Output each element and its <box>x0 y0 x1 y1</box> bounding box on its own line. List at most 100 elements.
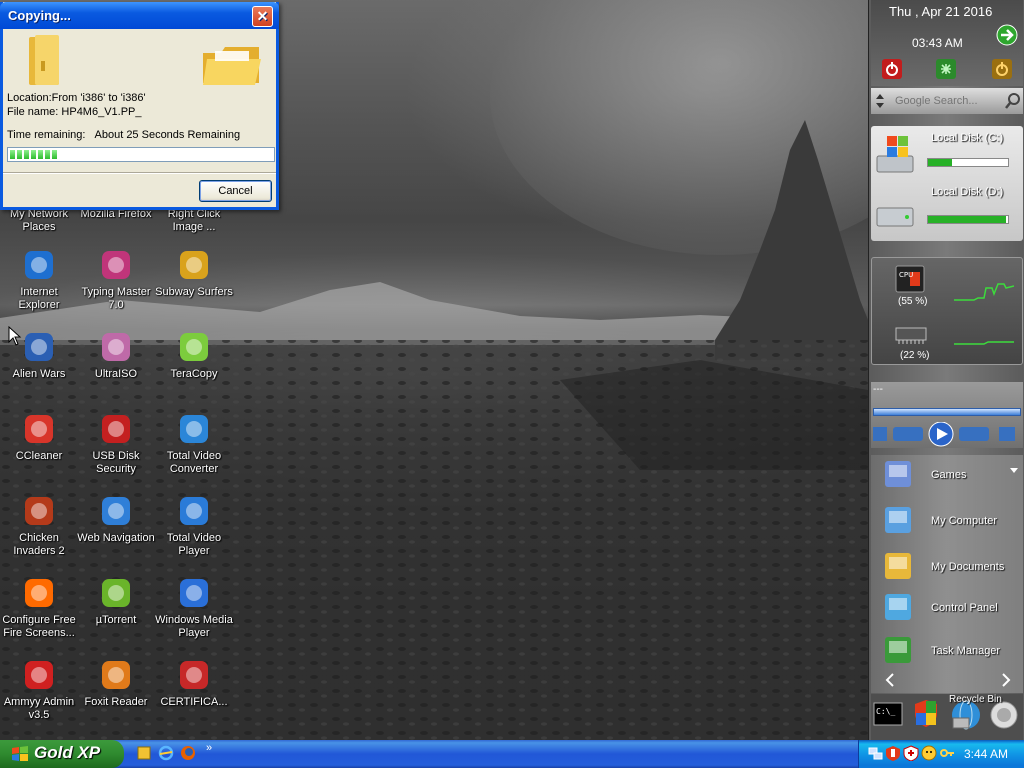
typing-master-icon <box>102 251 130 279</box>
time-remaining-value: About 25 Seconds Remaining <box>94 129 241 141</box>
sidebar: Thu , Apr 21 2016 03:43 AM Google Search… <box>868 0 1024 740</box>
cancel-button[interactable]: Cancel <box>199 180 272 202</box>
start-label: Gold XP <box>34 743 101 762</box>
quick-launch-more[interactable]: » <box>206 742 212 754</box>
desktop-icon[interactable]: CCleaner <box>0 412 78 463</box>
taskbar-clock[interactable]: 3:44 AM <box>964 747 1008 761</box>
launch-item[interactable]: Games <box>871 455 1023 495</box>
my-documents-icon <box>885 553 911 579</box>
desktop-icon[interactable]: µTorrent <box>77 576 155 627</box>
launch-item-label: My Documents <box>931 561 1005 573</box>
network-tray-icon[interactable] <box>867 745 883 761</box>
copy-file-name: File name: HP4M6_V1.PP_ <box>7 106 142 118</box>
desktop-icon-label: Subway Surfers <box>155 286 233 298</box>
ram-usage-label: (22 %) <box>900 350 930 361</box>
cpu-chip-label: CPU <box>899 271 913 279</box>
desktop-icon-label: Foxit Reader <box>84 696 148 708</box>
utorrent-icon <box>102 579 130 607</box>
desktop-icon[interactable]: Foxit Reader <box>77 658 155 709</box>
launch-item[interactable]: My Computer <box>871 501 1023 541</box>
alien-wars-icon <box>25 333 53 361</box>
launch-item-label: Task Manager <box>931 645 1001 657</box>
desktop-icon[interactable]: Ammyy Admin v3.5 <box>0 658 78 722</box>
desktop-icon[interactable]: Web Navigation <box>77 494 155 545</box>
ccleaner-icon <box>25 415 53 443</box>
media-controls <box>873 422 1015 447</box>
desktop-icon[interactable]: Internet Explorer <box>0 248 78 312</box>
start-button[interactable]: Gold XP <box>0 740 124 768</box>
scroll-right-icon[interactable] <box>1001 673 1011 687</box>
dialog-close-button[interactable]: ✕ <box>252 6 273 27</box>
stop-icon[interactable] <box>873 427 887 441</box>
desktop-icon[interactable]: Subway Surfers <box>155 248 233 299</box>
shutdown-icon[interactable] <box>881 58 903 80</box>
copy-location: Location:From 'i386' to 'i386' <box>7 92 146 104</box>
desktop-icon[interactable]: TeraCopy <box>155 330 233 381</box>
time-remaining: Time remaining: About 25 Seconds Remaini… <box>7 129 240 141</box>
recycle-bin-label[interactable]: Recycle Bin <box>949 694 1002 705</box>
desktop-icon-label: Configure Free Fire Screens... <box>2 614 76 639</box>
desktop-icon-label: µTorrent <box>95 614 137 626</box>
usb-security-tray-icon[interactable] <box>903 745 919 761</box>
command-prompt-icon[interactable]: C:\_ <box>873 702 903 726</box>
games-folder-icon <box>885 461 911 487</box>
next-icon[interactable] <box>959 427 989 441</box>
copy-progress-bar <box>7 147 275 162</box>
scroll-arrows-icon[interactable] <box>875 92 885 110</box>
desktop-icon-label: Ammyy Admin v3.5 <box>3 696 75 721</box>
previous-icon[interactable] <box>893 427 923 441</box>
desktop-icon[interactable]: UltraISO <box>77 330 155 381</box>
dialog-titlebar[interactable]: Copying... ✕ <box>0 2 279 29</box>
windows-logo-icon <box>12 746 28 761</box>
desktop-icon[interactable]: Chicken Invaders 2 <box>0 494 78 558</box>
task-manager-icon <box>885 637 911 663</box>
key-tray-icon[interactable] <box>939 745 955 761</box>
teracopy-icon <box>180 333 208 361</box>
media-seek-bar[interactable] <box>873 408 1021 416</box>
internet-explorer-quicklaunch-icon[interactable] <box>158 745 174 761</box>
launch-item[interactable]: Control Panel <box>871 588 1023 628</box>
desktop-icon[interactable]: Windows Media Player <box>155 576 233 640</box>
desktop-icon[interactable]: CERTIFICA... <box>155 658 233 709</box>
progress-fill <box>10 150 272 159</box>
search-icon[interactable] <box>1004 92 1022 110</box>
media-player-gadget: --- <box>871 382 1023 448</box>
desktop-icon-label: Web Navigation <box>77 532 155 544</box>
desktop-icon-label: CCleaner <box>15 450 63 462</box>
desktop-icon[interactable]: USB Disk Security <box>77 412 155 476</box>
foxit-reader-icon <box>102 661 130 689</box>
desktop-icon[interactable]: Typing Master 7.0 <box>77 248 155 312</box>
desktop-icon-label: Alien Wars <box>12 368 66 380</box>
desktop-icon-label: CERTIFICA... <box>160 696 228 708</box>
arrow-right-icon[interactable] <box>996 24 1018 46</box>
launch-item[interactable]: Task Manager <box>871 631 1023 671</box>
ammyy-admin-icon <box>25 661 53 689</box>
avatar-tray-icon[interactable] <box>921 745 937 761</box>
system-drive-icon[interactable] <box>873 132 919 178</box>
desktop-icon-label: Right Click Image ... <box>167 208 221 233</box>
launch-item[interactable]: My Documents <box>871 547 1023 587</box>
desktop-icon-label: UltraISO <box>94 368 138 380</box>
fire-screensaver-icon <box>25 579 53 607</box>
scroll-left-icon[interactable] <box>885 673 895 687</box>
security-alert-tray-icon[interactable] <box>885 745 901 761</box>
sidebar-shortcuts: C:\_ Recycle Bin <box>871 694 1023 740</box>
source-folder-icon <box>29 35 59 85</box>
copying-dialog[interactable]: Copying... ✕ Location:From 'i386' to 'i3… <box>0 2 279 210</box>
show-desktop-icon[interactable] <box>136 745 152 761</box>
chevron-down-icon[interactable] <box>1009 467 1019 475</box>
google-search-gadget <box>871 88 1023 114</box>
security-center-icon[interactable] <box>913 698 939 728</box>
desktop-icon[interactable]: Total Video Converter <box>155 412 233 476</box>
desktop-icon[interactable]: Configure Free Fire Screens... <box>0 576 78 640</box>
pdf-file-icon <box>180 661 208 689</box>
restart-icon[interactable] <box>935 58 957 80</box>
desktop-icon[interactable]: Total Video Player <box>155 494 233 558</box>
data-drive-icon[interactable] <box>873 198 919 234</box>
google-search-input[interactable] <box>895 92 1003 110</box>
log-off-icon[interactable] <box>991 58 1013 80</box>
windows-media-player-icon <box>180 579 208 607</box>
ram-module-icon <box>895 327 927 344</box>
firefox-quicklaunch-icon[interactable] <box>180 745 196 761</box>
eject-icon[interactable] <box>999 427 1015 441</box>
